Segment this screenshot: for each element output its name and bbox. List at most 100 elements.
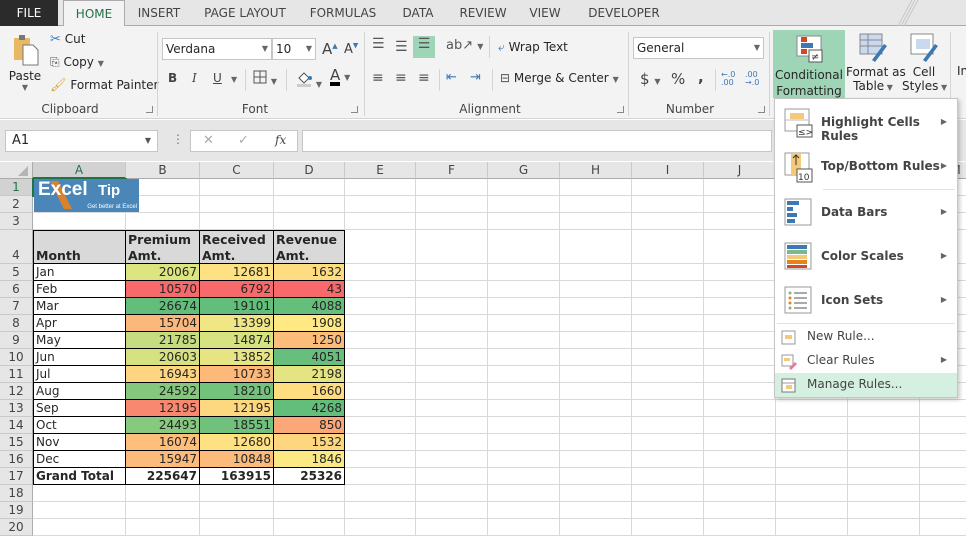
premium-cell[interactable]: 10570 — [126, 281, 200, 298]
cell-e16[interactable] — [345, 451, 416, 468]
revenue-cell[interactable]: 1532 — [274, 434, 345, 451]
align-center-button[interactable]: ≡ — [395, 70, 407, 86]
revenue-cell[interactable]: 1908 — [274, 315, 345, 332]
cell-f17[interactable] — [416, 468, 488, 485]
cell-k18[interactable] — [776, 485, 848, 502]
cell-g11[interactable] — [488, 366, 560, 383]
cell-i19[interactable] — [632, 502, 704, 519]
cell-i8[interactable] — [632, 315, 704, 332]
orientation-button[interactable]: ab↗ ▼ — [446, 38, 483, 53]
received-cell[interactable]: 12681 — [200, 264, 274, 281]
cell-k14[interactable] — [776, 417, 848, 434]
row-header-18[interactable]: 18 — [0, 485, 33, 502]
row-header-3[interactable]: 3 — [0, 213, 33, 230]
month-cell[interactable]: Jun — [33, 349, 126, 366]
cell-g10[interactable] — [488, 349, 560, 366]
cell-e5[interactable] — [345, 264, 416, 281]
cell-f13[interactable] — [416, 400, 488, 417]
revenue-cell[interactable]: 2198 — [274, 366, 345, 383]
more-options-icon[interactable]: ⋮ — [172, 132, 184, 146]
comma-button[interactable]: , — [698, 68, 704, 86]
revenue-cell[interactable]: 43 — [274, 281, 345, 298]
format-painter-button[interactable]: 🖌 Format Painter — [50, 78, 158, 93]
cell-h20[interactable] — [560, 519, 632, 536]
column-header-g[interactable]: G — [488, 162, 560, 179]
premium-cell[interactable]: 12195 — [126, 400, 200, 417]
cell-b19[interactable] — [126, 502, 200, 519]
received-cell[interactable]: 12680 — [200, 434, 274, 451]
revenue-cell[interactable]: 1250 — [274, 332, 345, 349]
month-cell[interactable]: Jul — [33, 366, 126, 383]
cell-f15[interactable] — [416, 434, 488, 451]
received-cell[interactable]: 10733 — [200, 366, 274, 383]
month-cell[interactable]: Feb — [33, 281, 126, 298]
cell-c3[interactable] — [200, 213, 274, 230]
row-header-19[interactable]: 19 — [0, 502, 33, 519]
row-header-2[interactable]: 2 — [0, 196, 33, 213]
cell-a19[interactable] — [33, 502, 126, 519]
grand-total-received[interactable]: 163915 — [200, 468, 274, 485]
cell-i16[interactable] — [632, 451, 704, 468]
menu-item-data-bars[interactable]: Data Bars ▶ — [775, 191, 957, 235]
cell-j20[interactable] — [704, 519, 776, 536]
conditional-formatting-button[interactable]: ≠ Conditional Formatting ▼ — [773, 30, 845, 111]
cell-f3[interactable] — [416, 213, 488, 230]
cell-c18[interactable] — [200, 485, 274, 502]
name-box[interactable]: A1 ▼ — [5, 130, 158, 152]
alignment-launcher-icon[interactable] — [617, 106, 624, 113]
cell-e9[interactable] — [345, 332, 416, 349]
align-right-button[interactable]: ≡ — [418, 70, 430, 86]
menu-item-highlight-cells-rules[interactable]: ≤> Highlight Cells Rules ▶ — [775, 101, 957, 145]
copy-button[interactable]: ⎘ Copy ▼ — [50, 55, 104, 70]
received-cell[interactable]: 14874 — [200, 332, 274, 349]
cell-f10[interactable] — [416, 349, 488, 366]
font-color-button[interactable]: A ▼ — [330, 68, 350, 86]
cell-i2[interactable] — [632, 196, 704, 213]
cell-k17[interactable] — [776, 468, 848, 485]
align-bottom-button[interactable]: ☰ — [413, 36, 435, 58]
cell-j14[interactable] — [704, 417, 776, 434]
cell-j19[interactable] — [704, 502, 776, 519]
cell-g9[interactable] — [488, 332, 560, 349]
cell-h17[interactable] — [560, 468, 632, 485]
cell-j11[interactable] — [704, 366, 776, 383]
row-header-14[interactable]: 14 — [0, 417, 33, 434]
received-cell[interactable]: 19101 — [200, 298, 274, 315]
premium-cell[interactable]: 24592 — [126, 383, 200, 400]
increase-indent-button[interactable]: ⇥ — [470, 70, 481, 85]
cell-e3[interactable] — [345, 213, 416, 230]
cell-f4[interactable] — [416, 230, 488, 264]
cell-d18[interactable] — [274, 485, 345, 502]
cell-j15[interactable] — [704, 434, 776, 451]
received-cell[interactable]: 12195 — [200, 400, 274, 417]
month-cell[interactable]: Dec — [33, 451, 126, 468]
increase-font-button[interactable]: A▲ — [322, 40, 338, 58]
revenue-cell[interactable]: 4268 — [274, 400, 345, 417]
grand-total-revenue[interactable]: 25326 — [274, 468, 345, 485]
cell-i17[interactable] — [632, 468, 704, 485]
menu-item-new-rule[interactable]: New Rule... — [775, 325, 957, 349]
cell-e14[interactable] — [345, 417, 416, 434]
cell-g7[interactable] — [488, 298, 560, 315]
cell-i1[interactable] — [632, 179, 704, 196]
cell-h4[interactable] — [560, 230, 632, 264]
cell-h1[interactable] — [560, 179, 632, 196]
cell-h9[interactable] — [560, 332, 632, 349]
cell-d19[interactable] — [274, 502, 345, 519]
cell-j3[interactable] — [704, 213, 776, 230]
cell-m20[interactable] — [920, 519, 966, 536]
number-format-select[interactable]: General ▼ — [633, 37, 764, 59]
cell-m18[interactable] — [920, 485, 966, 502]
cell-i4[interactable] — [632, 230, 704, 264]
cell-h19[interactable] — [560, 502, 632, 519]
row-header-9[interactable]: 9 — [0, 332, 33, 349]
cell-e20[interactable] — [345, 519, 416, 536]
cell-h13[interactable] — [560, 400, 632, 417]
cell-j17[interactable] — [704, 468, 776, 485]
cell-l18[interactable] — [848, 485, 920, 502]
cell-g13[interactable] — [488, 400, 560, 417]
cell-j6[interactable] — [704, 281, 776, 298]
cell-h5[interactable] — [560, 264, 632, 281]
table-header-3[interactable]: Revenue Amt. — [274, 230, 345, 264]
premium-cell[interactable]: 20603 — [126, 349, 200, 366]
